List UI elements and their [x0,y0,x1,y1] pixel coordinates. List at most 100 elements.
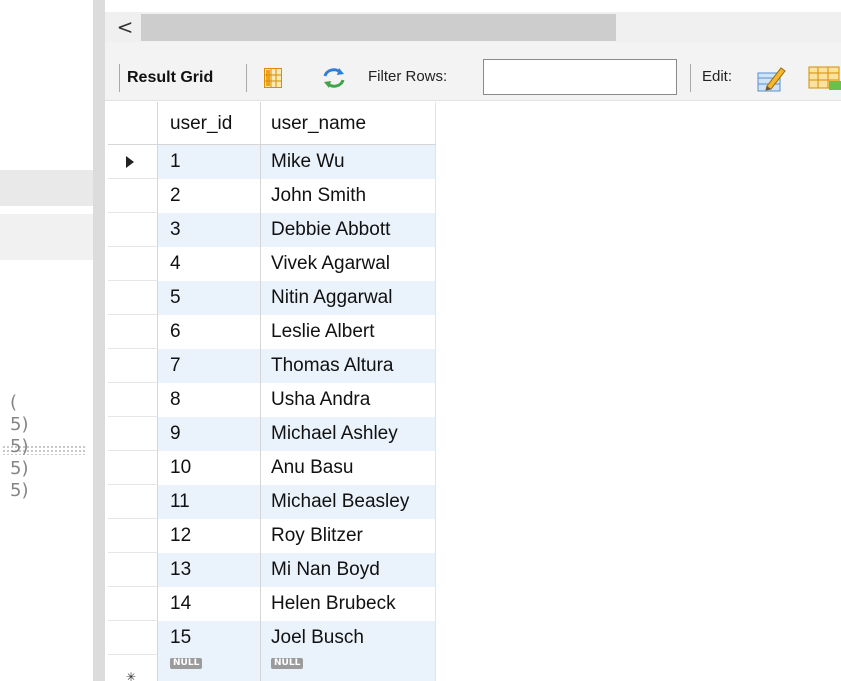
cell-user-name[interactable]: John Smith [261,179,436,213]
table-row[interactable]: 4 Vivek Agarwal [108,247,436,281]
column-header-user-name[interactable]: user_name [261,102,436,144]
row-selector[interactable] [108,281,158,315]
left-panel-item[interactable] [0,214,93,455]
result-toolbar: Result Grid Filter Rows: Edit: [105,42,841,101]
scrollbar-thumb[interactable] [141,14,616,41]
table-row[interactable]: 15 Joel Busch [108,621,436,655]
cell-user-id[interactable]: 1 [158,145,261,179]
cell-user-id[interactable]: 13 [158,553,261,587]
result-grid-tab[interactable]: Result Grid [127,67,213,89]
top-strip [105,0,841,12]
cell-user-name[interactable]: Nitin Aggarwal [261,281,436,315]
cell-user-id[interactable]: 10 [158,451,261,485]
cell-user-name[interactable]: Usha Andra [261,383,436,417]
left-panel-text-fragment: 5) [10,436,29,457]
cell-user-id[interactable]: 6 [158,315,261,349]
new-row-marker-icon: ✳ [126,670,137,681]
left-panel-text-fragment: 5) [10,480,29,501]
table-row[interactable]: 11 Michael Beasley [108,485,436,519]
table-row[interactable]: 13 Mi Nan Boyd [108,553,436,587]
row-selector[interactable] [108,485,158,519]
row-selector[interactable] [108,417,158,451]
table-row[interactable]: 6 Leslie Albert [108,315,436,349]
row-selector[interactable] [108,587,158,621]
cell-user-id[interactable]: 7 [158,349,261,383]
row-selector[interactable] [108,349,158,383]
table-row[interactable]: 8 Usha Andra [108,383,436,417]
cell-user-name[interactable]: Anu Basu [261,451,436,485]
cell-user-name[interactable]: Debbie Abbott [261,213,436,247]
refresh-icon[interactable] [322,67,346,89]
table-row[interactable]: 12 Roy Blitzer [108,519,436,553]
filter-rows-label: Filter Rows: [368,68,448,85]
edit-label: Edit: [702,68,733,85]
toolbar-separator [246,64,247,92]
row-selector[interactable] [108,519,158,553]
scroll-left-button[interactable]: < [115,15,135,39]
edit-pencil-icon[interactable] [757,64,787,92]
table-row[interactable]: 9 Michael Ashley [108,417,436,451]
row-selector[interactable] [108,451,158,485]
result-panel: < Result Grid Filter Rows: Edit: user_id… [105,0,841,681]
cell-user-id[interactable]: 9 [158,417,261,451]
grid-layout-icon[interactable] [264,68,282,88]
table-row[interactable]: 1 Mike Wu [108,145,436,179]
cell-user-id-new[interactable]: NULL [158,655,261,681]
cell-user-name[interactable]: Joel Busch [261,621,436,655]
cell-user-name-new[interactable]: NULL [261,655,436,681]
cell-user-id[interactable]: 11 [158,485,261,519]
cell-user-id[interactable]: 14 [158,587,261,621]
cell-user-name[interactable]: Mi Nan Boyd [261,553,436,587]
table-icon[interactable] [808,66,841,90]
cell-user-id[interactable]: 12 [158,519,261,553]
row-selector-header[interactable] [108,102,158,144]
table-row[interactable]: 14 Helen Brubeck [108,587,436,621]
table-row[interactable]: 3 Debbie Abbott [108,213,436,247]
cell-user-id[interactable]: 8 [158,383,261,417]
toolbar-separator [690,64,691,92]
cell-user-name[interactable]: Helen Brubeck [261,587,436,621]
column-header-user-id[interactable]: user_id [158,102,261,144]
row-selector[interactable] [108,315,158,349]
null-badge: NULL [271,658,304,669]
row-selector[interactable] [108,553,158,587]
cell-user-id[interactable]: 5 [158,281,261,315]
row-selector[interactable] [108,213,158,247]
cell-user-name[interactable]: Mike Wu [261,145,436,179]
grid-header-row: user_id user_name [108,102,436,145]
row-selector[interactable] [108,383,158,417]
cell-user-id[interactable]: 3 [158,213,261,247]
table-row[interactable]: 7 Thomas Altura [108,349,436,383]
row-selector[interactable] [108,145,158,179]
toolbar-separator [119,64,120,92]
left-side-panel: ( 5) 5) 5) 5) [0,0,93,681]
left-panel-text-fragment: 5) [10,414,29,435]
new-row[interactable]: ✳ NULL NULL [108,655,436,681]
cell-user-id[interactable]: 2 [158,179,261,213]
result-grid: user_id user_name 1 Mike Wu 2 John Smith… [108,102,436,681]
table-row[interactable]: 10 Anu Basu [108,451,436,485]
row-selector[interactable] [108,179,158,213]
cell-user-name[interactable]: Thomas Altura [261,349,436,383]
cell-user-id[interactable]: 4 [158,247,261,281]
table-row[interactable]: 5 Nitin Aggarwal [108,281,436,315]
cell-user-name[interactable]: Vivek Agarwal [261,247,436,281]
row-selector[interactable] [108,621,158,655]
workbench-window: ( 5) 5) 5) 5) < Result Grid Filter Rows:… [0,0,841,681]
cell-user-id[interactable]: 15 [158,621,261,655]
panel-splitter[interactable] [93,0,105,681]
cell-user-name[interactable]: Michael Ashley [261,417,436,451]
cell-user-name[interactable]: Michael Beasley [261,485,436,519]
table-row[interactable]: 2 John Smith [108,179,436,213]
row-pointer-icon [126,156,134,168]
row-selector[interactable]: ✳ [108,655,158,681]
filter-rows-input[interactable] [483,59,677,95]
null-badge: NULL [170,658,203,669]
cell-user-name[interactable]: Roy Blitzer [261,519,436,553]
horizontal-scrollbar[interactable]: < [105,12,841,42]
left-panel-text-fragment: 5) [10,458,29,479]
left-panel-text-fragment: ( [10,392,18,413]
row-selector[interactable] [108,247,158,281]
cell-user-name[interactable]: Leslie Albert [261,315,436,349]
left-panel-selected-item[interactable] [0,170,93,206]
